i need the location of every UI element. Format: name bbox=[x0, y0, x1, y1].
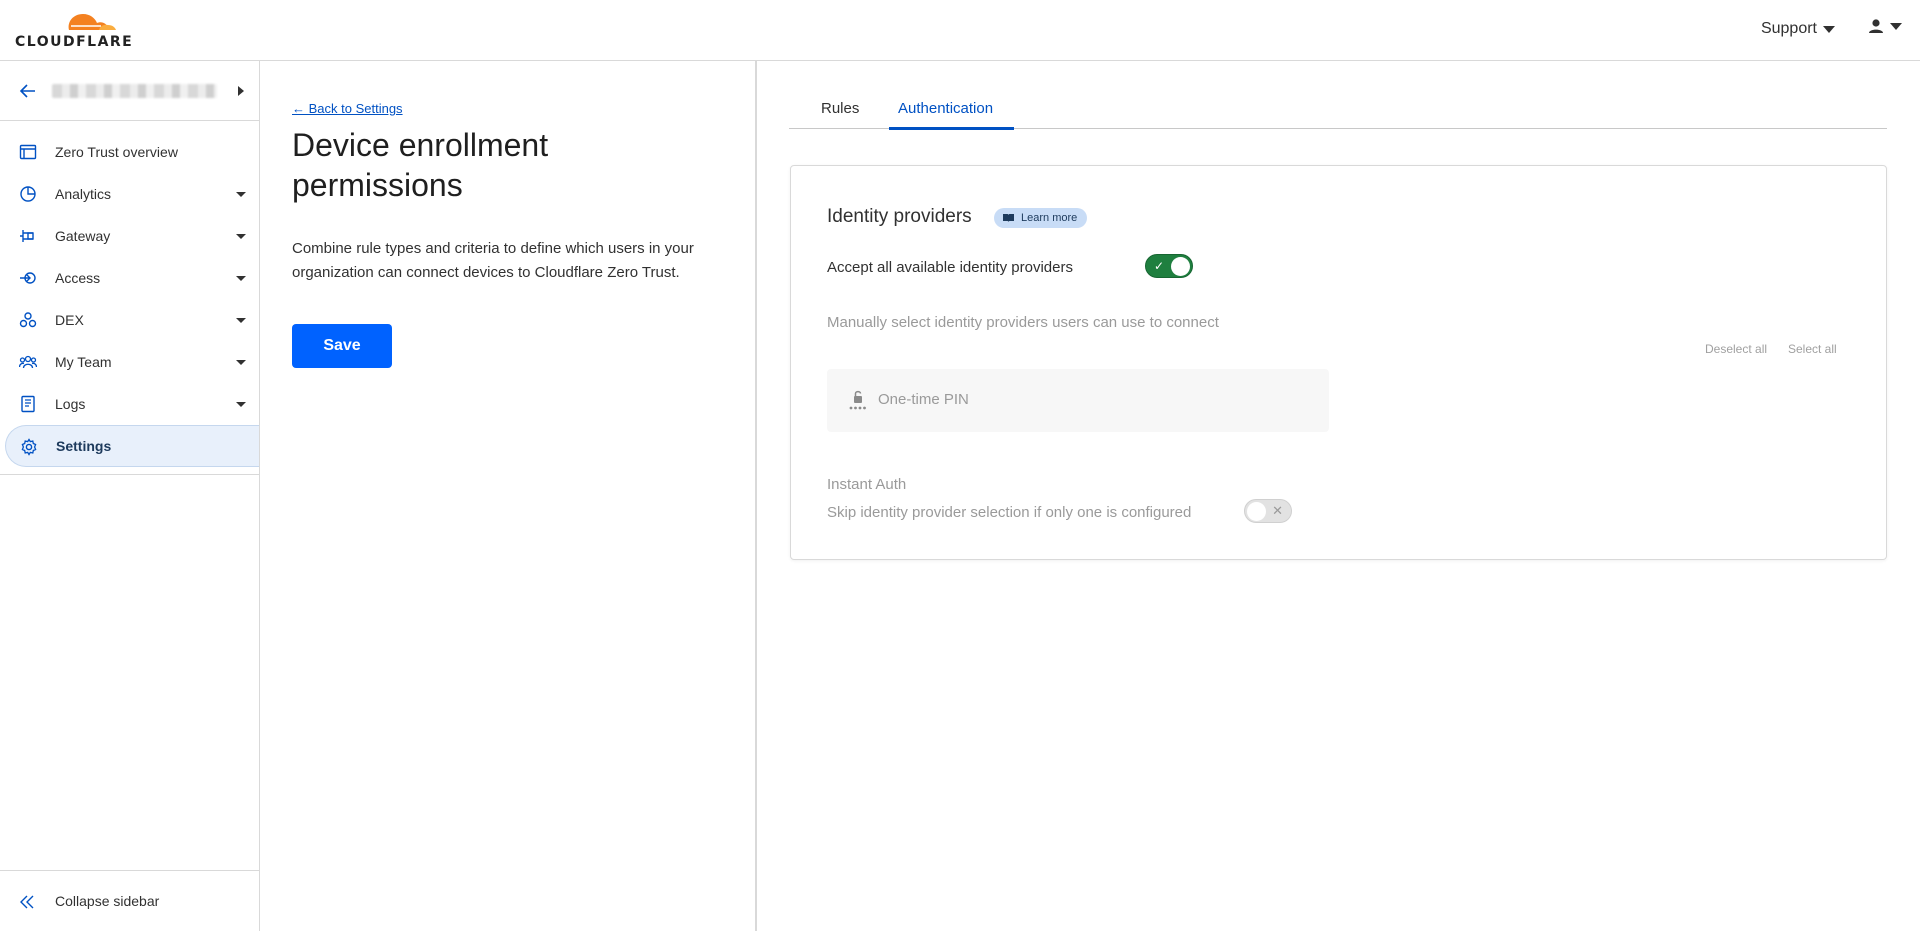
sidebar-item-label: My Team bbox=[55, 354, 112, 370]
toggle-knob bbox=[1171, 257, 1190, 276]
sidebar-item-label: Zero Trust overview bbox=[55, 144, 178, 160]
team-icon bbox=[19, 355, 37, 369]
toggle-knob bbox=[1247, 502, 1266, 521]
learn-more-badge[interactable]: Learn more bbox=[994, 208, 1088, 228]
instant-auth-toggle[interactable]: ✕ bbox=[1244, 499, 1292, 523]
sidebar-item-label: Logs bbox=[55, 396, 86, 412]
lock-pin-icon bbox=[849, 390, 866, 410]
sidebar-item-settings[interactable]: Settings bbox=[5, 425, 259, 467]
chevron-down-icon bbox=[236, 192, 246, 197]
logo-text: CLOUDFLARE bbox=[15, 34, 134, 50]
learn-more-label: Learn more bbox=[1021, 212, 1078, 224]
sidebar-item-gateway[interactable]: Gateway bbox=[0, 215, 259, 257]
support-label: Support bbox=[1760, 20, 1817, 37]
back-to-settings-link[interactable]: ← Back to Settings bbox=[292, 101, 403, 116]
chevron-down-icon bbox=[236, 360, 246, 365]
user-icon bbox=[1869, 19, 1883, 33]
window-icon bbox=[19, 144, 37, 160]
chevron-down-icon bbox=[236, 318, 246, 323]
chevron-down-icon bbox=[236, 234, 246, 239]
sidebar-nav: Zero Trust overview Analytics Gateway Ac… bbox=[0, 131, 259, 467]
manual-select-label: Manually select identity providers users… bbox=[827, 314, 1219, 331]
sidebar-divider bbox=[0, 474, 259, 475]
sidebar-item-access[interactable]: Access bbox=[0, 257, 259, 299]
logs-icon bbox=[21, 395, 35, 413]
chevron-down-icon bbox=[1823, 25, 1835, 33]
tab-rules[interactable]: Rules bbox=[821, 100, 859, 117]
deselect-all-button[interactable]: Deselect all bbox=[1705, 342, 1767, 356]
book-icon bbox=[1003, 214, 1014, 222]
sidebar-item-label: Gateway bbox=[55, 228, 111, 244]
accept-all-label: Accept all available identity providers bbox=[827, 259, 1073, 276]
account-switcher[interactable] bbox=[0, 61, 259, 121]
active-tab-indicator bbox=[889, 127, 1014, 130]
check-icon: ✓ bbox=[1154, 259, 1165, 273]
sidebar-item-zero-trust-overview[interactable]: Zero Trust overview bbox=[0, 131, 259, 173]
collapse-sidebar-button[interactable]: Collapse sidebar bbox=[0, 870, 259, 931]
dex-icon bbox=[19, 312, 37, 328]
chevron-down-icon bbox=[1890, 22, 1902, 30]
instant-auth-description: Skip identity provider selection if only… bbox=[827, 504, 1192, 521]
cloudflare-logo[interactable]: CLOUDFLARE bbox=[15, 8, 132, 50]
collapse-sidebar-label: Collapse sidebar bbox=[55, 893, 160, 909]
tab-authentication[interactable]: Authentication bbox=[898, 100, 993, 117]
save-button[interactable]: Save bbox=[292, 324, 392, 368]
gateway-icon bbox=[20, 230, 34, 242]
top-bar: CLOUDFLARE Support bbox=[0, 0, 1920, 61]
idp-option-label: One-time PIN bbox=[878, 391, 969, 408]
sidebar-item-label: Analytics bbox=[55, 186, 112, 202]
tab-bar: Rules Authentication bbox=[789, 87, 1887, 130]
sidebar-item-dex[interactable]: DEX bbox=[0, 299, 259, 341]
sidebar-item-analytics[interactable]: Analytics bbox=[0, 173, 259, 215]
instant-auth-title: Instant Auth bbox=[827, 476, 907, 493]
page-description: Combine rule types and criteria to defin… bbox=[292, 240, 694, 281]
sidebar-item-label: Access bbox=[55, 270, 101, 286]
gear-icon bbox=[21, 438, 37, 456]
sidebar: Zero Trust overview Analytics Gateway Ac… bbox=[0, 61, 260, 931]
user-menu[interactable] bbox=[1868, 18, 1902, 34]
page-title: Device enrollment permissions bbox=[292, 127, 549, 203]
double-chevron-left-icon bbox=[20, 895, 34, 909]
idp-option-one-time-pin[interactable]: One-time PIN bbox=[827, 369, 1329, 432]
account-name-redacted bbox=[52, 84, 217, 98]
settings-detail-pane: ← Back to Settings Device enrollment per… bbox=[260, 61, 757, 931]
chevron-right-icon bbox=[238, 86, 244, 96]
chevron-down-icon bbox=[236, 276, 246, 281]
select-all-button[interactable]: Select all bbox=[1788, 342, 1837, 356]
close-icon: ✕ bbox=[1272, 503, 1283, 518]
sidebar-item-label: Settings bbox=[56, 438, 112, 454]
sidebar-item-my-team[interactable]: My Team bbox=[0, 341, 259, 383]
support-menu[interactable]: Support bbox=[1761, 20, 1835, 38]
identity-providers-title: Identity providers bbox=[827, 206, 972, 227]
sidebar-item-label: DEX bbox=[55, 312, 84, 328]
sidebar-item-logs[interactable]: Logs bbox=[0, 383, 259, 425]
pie-chart-icon bbox=[20, 186, 36, 202]
access-icon bbox=[20, 272, 36, 284]
arrow-left-icon[interactable] bbox=[18, 81, 38, 101]
identity-providers-card: Identity providers Learn more Accept all… bbox=[790, 165, 1887, 560]
authentication-pane: Rules Authentication Identity providers … bbox=[759, 61, 1920, 931]
cloud-icon bbox=[68, 14, 116, 30]
accept-all-toggle[interactable]: ✓ bbox=[1145, 254, 1193, 278]
chevron-down-icon bbox=[236, 402, 246, 407]
